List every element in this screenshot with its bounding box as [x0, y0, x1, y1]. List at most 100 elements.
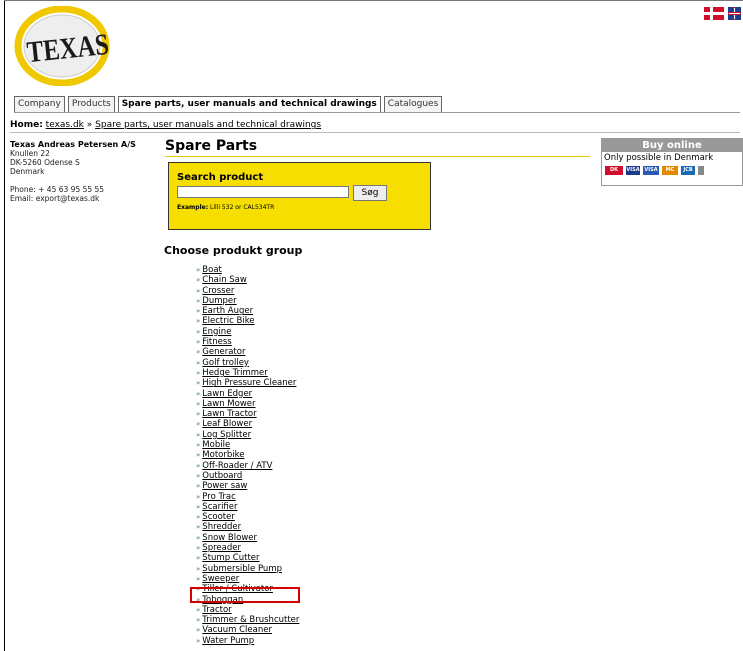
product-group-link[interactable]: Motorbike: [202, 450, 244, 460]
buy-online-title: Buy online: [602, 139, 742, 152]
product-group-link[interactable]: Mobile: [202, 440, 230, 450]
breadcrumb-site-link[interactable]: texas.dk: [46, 120, 84, 130]
list-arrow-icon: »: [196, 327, 201, 336]
window-top-border: [4, 0, 743, 1]
search-button[interactable]: Søg: [353, 185, 387, 201]
breadcrumb-home-label: Home:: [10, 120, 43, 130]
payment-card-icon: DK: [605, 166, 623, 175]
list-arrow-icon: »: [196, 636, 201, 645]
company-name: Texas Andreas Petersen A/S: [10, 140, 136, 149]
breadcrumb: Home: texas.dk » Spare parts, user manua…: [10, 120, 321, 130]
breadcrumb-current-link[interactable]: Spare parts, user manuals and technical …: [95, 120, 321, 130]
list-arrow-icon: »: [196, 379, 201, 388]
product-group-link[interactable]: Tractor: [202, 605, 231, 615]
main-tabs: Company Products Spare parts, user manua…: [14, 96, 443, 113]
list-arrow-icon: »: [196, 399, 201, 408]
list-arrow-icon: »: [196, 358, 201, 367]
list-arrow-icon: »: [196, 317, 201, 326]
page-title: Spare Parts: [165, 138, 258, 154]
list-arrow-icon: »: [196, 430, 201, 439]
product-group-item: » Lawn Tractor: [196, 409, 299, 419]
product-group-link[interactable]: Vacuum Cleaner: [202, 625, 272, 635]
product-group-link[interactable]: Stump Cutter: [202, 553, 259, 563]
texas-logo[interactable]: TEXAS: [14, 6, 118, 86]
product-group-link[interactable]: Water Pump: [202, 636, 254, 646]
product-group-item: » Motorbike: [196, 450, 299, 460]
product-group-item: » Engine: [196, 327, 299, 337]
product-group-title: Choose produkt group: [164, 244, 303, 257]
payment-card-icon: JCB: [681, 166, 695, 175]
product-group-link[interactable]: Outboard: [202, 471, 242, 481]
danish-flag-icon[interactable]: [704, 7, 724, 20]
breadcrumb-separator: »: [86, 120, 93, 130]
product-group-link[interactable]: Generator: [202, 347, 245, 357]
tab-catalogues[interactable]: Catalogues: [383, 96, 443, 113]
list-arrow-icon: »: [196, 616, 201, 625]
tab-products[interactable]: Products: [67, 96, 115, 113]
product-group-link[interactable]: Dumper: [202, 296, 236, 306]
payment-card-icon: VISA: [643, 166, 659, 175]
product-group-item: » Submersible Pump: [196, 564, 299, 574]
product-group-link[interactable]: Earth Auger: [202, 306, 253, 316]
list-arrow-icon: »: [196, 338, 201, 347]
search-example-text: Lilli 532 or CAL534TR: [210, 204, 275, 211]
list-arrow-icon: »: [196, 533, 201, 542]
product-group-link[interactable]: Lawn Edger: [202, 389, 252, 399]
title-underline: [165, 156, 590, 157]
company-info: Texas Andreas Petersen A/S Knullen 22 DK…: [10, 140, 136, 203]
list-arrow-icon: »: [196, 266, 201, 274]
payment-card-icon: [698, 166, 704, 175]
product-group-link[interactable]: Power saw: [202, 481, 247, 491]
product-group-item: » Spreader: [196, 543, 299, 553]
product-group-item: » Trimmer & Brushcutter: [196, 615, 299, 625]
product-group-link[interactable]: Trimmer & Brushcutter: [202, 615, 299, 625]
product-group-link[interactable]: Electric Bike: [202, 316, 254, 326]
search-input[interactable]: [177, 186, 349, 198]
product-group-item: » Lawn Mower: [196, 399, 299, 409]
product-group-link[interactable]: Chain Saw: [202, 275, 247, 285]
product-group-link[interactable]: Scarifier: [202, 502, 237, 512]
company-street: Knullen 22: [10, 149, 50, 158]
product-group-link[interactable]: Lawn Tractor: [202, 409, 256, 419]
product-group-item: » Generator: [196, 347, 299, 357]
product-group-link[interactable]: Pro Trac: [202, 492, 236, 502]
list-arrow-icon: »: [196, 564, 201, 573]
product-group-link[interactable]: Hedge Trimmer: [202, 368, 267, 378]
product-group-link[interactable]: Crosser: [202, 286, 234, 296]
product-group-item: » Hedge Trimmer: [196, 368, 299, 378]
product-group-link[interactable]: Boat: [202, 265, 222, 275]
list-arrow-icon: »: [196, 626, 201, 635]
product-group-link[interactable]: Golf trolley: [202, 358, 249, 368]
product-group-link[interactable]: Log Splitter: [202, 430, 251, 440]
company-phone: Phone: + 45 63 95 55 55: [10, 185, 105, 194]
product-group-item: » Crosser: [196, 286, 299, 296]
product-group-link[interactable]: Fitness: [202, 337, 231, 347]
product-group-item: » Outboard: [196, 471, 299, 481]
list-arrow-icon: »: [196, 544, 201, 553]
product-group-link[interactable]: Off-Roader / ATV: [202, 461, 272, 471]
product-group-item: » Golf trolley: [196, 358, 299, 368]
product-group-link[interactable]: Scooter: [202, 512, 235, 522]
list-arrow-icon: »: [196, 605, 201, 614]
tab-company[interactable]: Company: [14, 96, 65, 113]
product-group-link[interactable]: Spreader: [202, 543, 241, 553]
window-left-border: [4, 0, 5, 651]
list-arrow-icon: »: [196, 276, 201, 285]
product-group-link[interactable]: Submersible Pump: [202, 564, 282, 574]
tab-spare-parts[interactable]: Spare parts, user manuals and technical …: [117, 96, 381, 113]
product-group-link[interactable]: Sweeper: [202, 574, 239, 584]
list-arrow-icon: »: [196, 441, 201, 450]
product-group-item: » Boat: [196, 265, 299, 275]
product-group-item: » Pro Trac: [196, 492, 299, 502]
product-group-link[interactable]: Engine: [202, 327, 231, 337]
product-group-item: » Shredder: [196, 522, 299, 532]
company-city: DK-5260 Odense S: [10, 158, 80, 167]
uk-flag-icon[interactable]: [728, 7, 741, 20]
product-group-link[interactable]: Shredder: [202, 522, 241, 532]
product-group-link[interactable]: High Pressure Cleaner: [202, 378, 296, 388]
product-group-link[interactable]: Snow Blower: [202, 533, 257, 543]
product-group-link[interactable]: Leaf Blower: [202, 419, 252, 429]
search-example-label: Example:: [177, 204, 209, 211]
payment-card-icon: VISA: [626, 166, 640, 175]
product-group-link[interactable]: Lawn Mower: [202, 399, 255, 409]
